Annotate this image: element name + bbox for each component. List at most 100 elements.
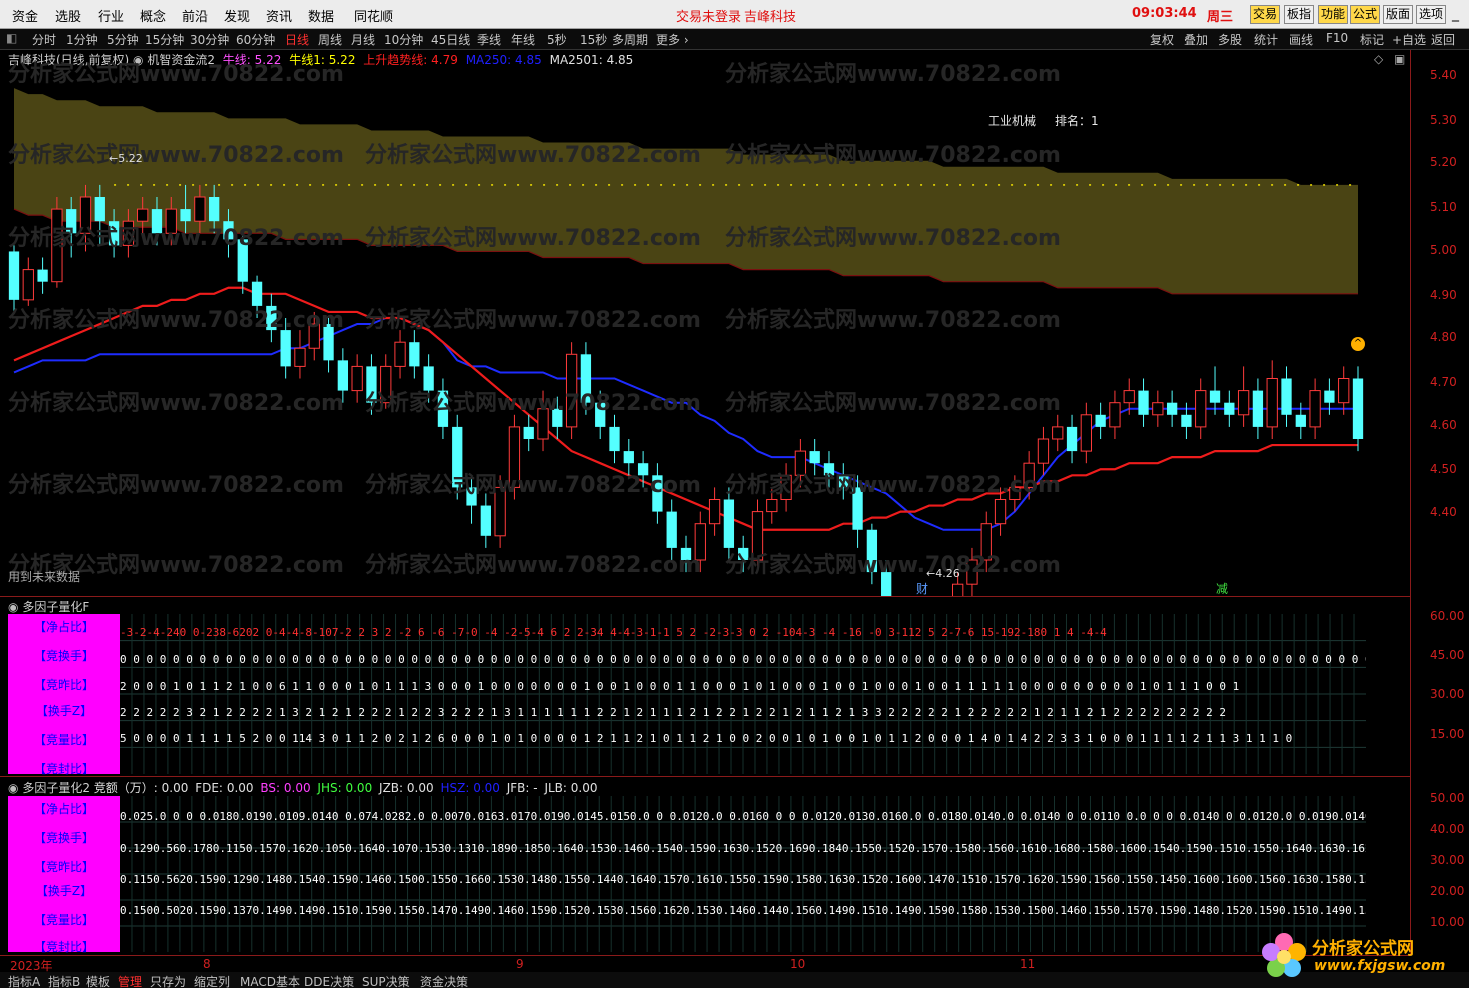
- index-button[interactable]: 板指: [1284, 5, 1315, 24]
- y-tick-label: 5.20: [1430, 155, 1457, 169]
- tool-back[interactable]: 返回: [1431, 31, 1455, 48]
- candle-down: [280, 330, 291, 367]
- label-auction-volume-ratio: 【竞量比】: [33, 913, 94, 927]
- y-tick-label: 40.00: [1430, 822, 1465, 836]
- bottom-tab-indicator-a[interactable]: 指标A: [8, 973, 40, 988]
- tab-10min[interactable]: 10分钟: [384, 31, 423, 48]
- reduce-marker[interactable]: 减: [1216, 580, 1228, 597]
- tab-45day[interactable]: 45日线: [431, 31, 470, 48]
- tool-multi-stock[interactable]: 多股: [1218, 31, 1242, 48]
- function-button[interactable]: 功能: [1318, 5, 1349, 24]
- y-tick-label: 5.10: [1430, 200, 1457, 214]
- bottom-tab-template[interactable]: 模板: [86, 973, 110, 988]
- sub1-title-line: ◉ 多因子量化F: [8, 598, 89, 614]
- menu-item-concept[interactable]: 概念: [140, 6, 166, 25]
- menu-item-stock-picker[interactable]: 选股: [55, 6, 81, 25]
- param-jfb-label: JFB:: [506, 781, 530, 795]
- candle-up: [1237, 390, 1250, 416]
- clock-time: 09:03:44: [1132, 6, 1197, 21]
- param-fde-label: FDE:: [195, 781, 223, 795]
- trade-login-status[interactable]: 交易未登录: [676, 6, 741, 25]
- bottom-tab-lock-column[interactable]: 缩定列: [194, 973, 230, 988]
- menu-item-frontier[interactable]: 前沿: [182, 6, 208, 25]
- tab-yearly[interactable]: 年线: [511, 31, 535, 48]
- param-ma250-label: MA250:: [465, 53, 512, 67]
- bottom-tab-bar: 指标A 指标B 模板 管理 只存为 缩定列 MACD基本 DDE决策 SUP决策…: [0, 972, 1469, 988]
- y-tick-label: 50.00: [1430, 791, 1465, 805]
- label-auction-prev-ratio: 【竞昨比】: [33, 678, 94, 692]
- y-tick-label: 5.40: [1430, 68, 1457, 82]
- tool-mark[interactable]: 标记: [1360, 31, 1384, 48]
- tab-daily[interactable]: 日线: [285, 31, 309, 48]
- tab-5min[interactable]: 5分钟: [107, 31, 139, 48]
- tab-more[interactable]: 更多 ›: [656, 31, 689, 48]
- axis-separator: [1410, 50, 1411, 956]
- bottom-tab-save-as[interactable]: 只存为: [150, 973, 186, 988]
- indicator-settings-icon[interactable]: ◉: [8, 600, 18, 614]
- candle-down: [1252, 390, 1264, 427]
- menu-item-funds[interactable]: 资金: [12, 6, 38, 25]
- collapse-icon[interactable]: ◧: [6, 31, 17, 45]
- y-tick-label: 4.90: [1430, 288, 1457, 302]
- sub1-title[interactable]: 多因子量化F: [22, 600, 89, 614]
- chevron-up-icon[interactable]: ^: [1351, 337, 1365, 351]
- trade-button[interactable]: 交易: [1250, 5, 1281, 24]
- finance-marker[interactable]: 财: [916, 580, 928, 597]
- watermark: 分析家公式网www.70822.com: [725, 62, 1061, 87]
- tab-intraday[interactable]: 分时: [32, 31, 56, 48]
- layout-button[interactable]: 版面: [1383, 5, 1414, 24]
- candle-down: [1166, 402, 1178, 415]
- tool-add-favorite[interactable]: +自选: [1392, 31, 1426, 48]
- tool-f10[interactable]: F10: [1326, 31, 1348, 45]
- tab-weekly[interactable]: 周线: [318, 31, 342, 48]
- tab-1min[interactable]: 1分钟: [66, 31, 98, 48]
- label-auction-volume-ratio: 【竞量比】: [33, 733, 94, 747]
- tool-draw-line[interactable]: 画线: [1289, 31, 1313, 48]
- candle-down: [37, 269, 48, 282]
- bottom-tab-indicator-b[interactable]: 指标B: [48, 973, 80, 988]
- tool-adjust[interactable]: 复权: [1150, 31, 1174, 48]
- options-button[interactable]: 选项: [1416, 5, 1447, 24]
- menu-item-industry[interactable]: 行业: [98, 6, 124, 25]
- label-auction-turnover: 【竞换手】: [33, 831, 94, 845]
- menu-item-tonghuashun[interactable]: 同花顺: [354, 6, 393, 25]
- bottom-tab-funds[interactable]: 资金决策: [420, 973, 468, 988]
- tab-15sec[interactable]: 15秒: [580, 31, 607, 48]
- formula-button[interactable]: 公式: [1350, 5, 1381, 24]
- bottom-tab-sup[interactable]: SUP决策: [362, 973, 410, 988]
- diamond-icon[interactable]: ◇: [1374, 52, 1383, 66]
- minimize-icon[interactable]: _: [1452, 6, 1459, 22]
- tab-60min[interactable]: 60分钟: [236, 31, 275, 48]
- y-tick-label: 45.00: [1430, 648, 1465, 662]
- candle-down: [1295, 414, 1306, 427]
- param-jzb-label: JZB:: [379, 781, 404, 795]
- low-price-marker: ←4.26: [926, 567, 960, 580]
- candle-down: [809, 451, 820, 464]
- tab-quarterly[interactable]: 季线: [477, 31, 501, 48]
- tool-statistics[interactable]: 统计: [1254, 31, 1278, 48]
- param-jhs-label: JHS:: [317, 781, 342, 795]
- window-icon[interactable]: ▣: [1394, 52, 1405, 66]
- watermark: 分析家公式网www.70822.com: [365, 473, 701, 498]
- menu-item-news[interactable]: 资讯: [266, 6, 292, 25]
- bottom-tab-dde[interactable]: DDE决策: [304, 973, 354, 988]
- bottom-tab-macd[interactable]: MACD基本: [240, 973, 300, 988]
- tab-multi-period[interactable]: 多周期: [612, 31, 648, 48]
- tab-5sec[interactable]: 5秒: [547, 31, 567, 48]
- indicator-settings-icon[interactable]: ◉: [8, 781, 18, 795]
- sub2-title[interactable]: 多因子量化2: [22, 781, 90, 795]
- watermark: 分析家公式网www.70822.com: [725, 553, 1061, 578]
- tab-monthly[interactable]: 月线: [351, 31, 375, 48]
- y-tick-label: 4.70: [1430, 375, 1457, 389]
- candle-up: [351, 365, 363, 392]
- tab-30min[interactable]: 30分钟: [190, 31, 229, 48]
- top-menu-bar: 资金 选股 行业 概念 前沿 发现 资讯 数据 同花顺 交易未登录 吉峰科技 0…: [0, 0, 1469, 29]
- menu-item-discover[interactable]: 发现: [224, 6, 250, 25]
- sub2-row-auction-prev-ratio: 0.1150.5620.1590.1290.1480.1540.1590.146…: [120, 873, 1366, 886]
- bottom-tab-manage[interactable]: 管理: [118, 973, 142, 988]
- candle-up: [1266, 378, 1278, 428]
- tool-overlay[interactable]: 叠加: [1184, 31, 1208, 48]
- brand-logo: 分析家公式网 www.fxjgsw.com: [1258, 930, 1463, 982]
- tab-15min[interactable]: 15分钟: [145, 31, 184, 48]
- menu-item-data[interactable]: 数据: [308, 6, 334, 25]
